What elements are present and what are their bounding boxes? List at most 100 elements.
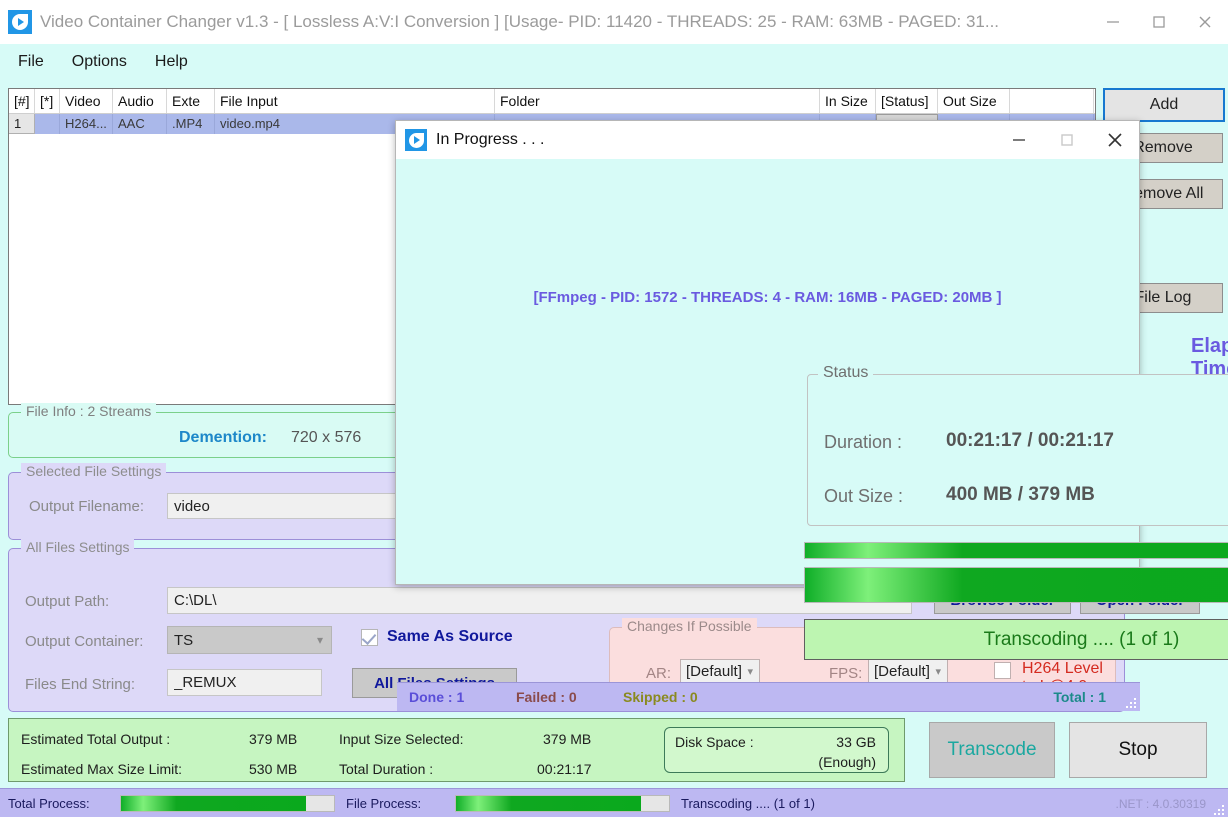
column-header-video[interactable]: Video — [60, 89, 113, 113]
dialog-logo-icon — [405, 129, 427, 151]
application-window: Video Container Changer v1.3 - [ Lossles… — [0, 0, 1228, 817]
same-as-source-label: Same As Source — [387, 628, 513, 645]
resize-grip-icon[interactable] — [1212, 803, 1226, 817]
estimated-total-output-value: 379 MB — [249, 731, 298, 747]
failed-count-label: Failed : 0 — [516, 689, 577, 705]
total-duration-label: Total Duration : — [339, 761, 434, 777]
app-logo-icon — [8, 10, 32, 34]
menu-item-options[interactable]: Options — [72, 53, 127, 71]
all-files-settings-title: All Files Settings — [21, 539, 135, 555]
changes-if-possible-title: Changes If Possible — [622, 618, 757, 634]
transcoding-status-box: Transcoding .... (1 of 1) — [804, 619, 1228, 660]
input-size-selected-value: 379 MB — [543, 731, 592, 747]
ar-value: [Default] — [686, 663, 742, 680]
menu-item-file[interactable]: File — [18, 53, 44, 71]
ar-select[interactable]: [Default] ▾ — [680, 659, 760, 684]
stop-button[interactable]: Stop — [1069, 722, 1207, 778]
transcode-button[interactable]: Transcode — [929, 722, 1055, 778]
dialog-minimize-icon[interactable] — [995, 121, 1043, 159]
estimated-max-size-label: Estimated Max Size Limit: — [21, 761, 183, 777]
column-header-folder[interactable]: Folder — [495, 89, 820, 113]
duration-value: 00:21:17 / 00:21:17 — [946, 430, 1114, 451]
minimize-icon[interactable] — [1090, 0, 1136, 44]
chevron-down-icon: ▾ — [316, 633, 323, 647]
estimated-max-size-value: 530 MB — [249, 761, 298, 777]
file-list-header: [#] [*] Video Audio Exte File Input Fold… — [9, 89, 1095, 114]
disk-space-value: 33 GB — [836, 734, 876, 750]
maximize-icon[interactable] — [1136, 0, 1182, 44]
dialog-status-group-title: Status — [818, 364, 874, 382]
total-process-progressbar — [120, 795, 335, 812]
main-titlebar: Video Container Changer v1.3 - [ Lossles… — [0, 0, 1228, 44]
out-size-value: 400 MB / 379 MB — [946, 484, 1095, 505]
dialog-main-progressbar — [804, 567, 1228, 603]
dialog-footer: Done : 1 Failed : 0 Skipped : 0 Total : … — [397, 682, 1140, 711]
file-process-label: File Process: — [346, 796, 422, 811]
column-header-status[interactable]: [Status] — [876, 89, 938, 113]
ffmpeg-process-info: [FFmpeg - PID: 1572 - THREADS: 4 - RAM: … — [533, 289, 1002, 306]
file-process-progressbar — [455, 795, 670, 812]
dimension-value: 720 x 576 — [291, 429, 362, 446]
dialog-titlebar: In Progress . . . — [396, 121, 1139, 159]
add-button[interactable]: Add — [1103, 88, 1225, 122]
done-count-label: Done : 1 — [409, 689, 465, 705]
column-header-star[interactable]: [*] — [35, 89, 60, 113]
menu-item-help[interactable]: Help — [155, 53, 188, 71]
estimated-total-output-label: Estimated Total Output : — [21, 731, 171, 747]
total-process-label: Total Process: — [8, 796, 90, 811]
status-message: Transcoding .... (1 of 1) — [681, 796, 815, 811]
dialog-status-group: Status Duration : 00:21:17 / 00:21:17 FP… — [807, 364, 1228, 526]
same-as-source-checkbox[interactable] — [361, 629, 378, 646]
menu-bar: File Options Help — [0, 44, 1228, 80]
h264-level-checkbox[interactable] — [994, 662, 1011, 679]
disk-space-panel: Disk Space : 33 GB (Enough) — [664, 727, 889, 773]
window-title: Video Container Changer v1.3 - [ Lossles… — [40, 12, 1000, 31]
dialog-resize-grip-icon[interactable] — [1124, 696, 1138, 710]
dialog-window-controls — [995, 121, 1139, 159]
row-video: H264... — [60, 114, 113, 134]
net-version-label: .NET : 4.0.30319 — [1115, 797, 1206, 811]
dialog-close-icon[interactable] — [1091, 121, 1139, 159]
files-end-string-input[interactable] — [167, 669, 322, 696]
skipped-count-label: Skipped : 0 — [623, 689, 698, 705]
fps-value: [Default] — [874, 663, 930, 680]
dialog-title: In Progress . . . — [436, 131, 545, 148]
dialog-maximize-icon — [1043, 121, 1091, 159]
fps-select[interactable]: [Default] ▾ — [868, 659, 948, 684]
column-header-audio[interactable]: Audio — [113, 89, 167, 113]
row-extension: .MP4 — [167, 114, 215, 134]
in-progress-dialog: In Progress . . . [FFmpeg - PID: 1572 - … — [395, 120, 1228, 711]
chevron-down-icon: ▾ — [747, 666, 753, 678]
dimension-label: Demention: — [179, 429, 267, 446]
row-audio: AAC — [113, 114, 167, 134]
output-filename-label: Output Filename: — [29, 498, 145, 515]
column-header-extra[interactable] — [1010, 89, 1094, 113]
duration-label: Duration : — [824, 432, 903, 452]
disk-space-label: Disk Space : — [675, 734, 754, 750]
column-header-out-size[interactable]: Out Size — [938, 89, 1010, 113]
chevron-down-icon: ▾ — [935, 666, 941, 678]
output-container-select[interactable]: TS ▾ — [167, 626, 332, 654]
total-duration-value: 00:21:17 — [537, 761, 592, 777]
file-info-title: File Info : 2 Streams — [21, 403, 157, 419]
input-size-selected-label: Input Size Selected: — [339, 731, 464, 747]
row-star — [35, 114, 60, 134]
output-container-value: TS — [174, 631, 194, 649]
ar-label: AR: — [646, 665, 672, 682]
column-header-in-size[interactable]: In Size — [820, 89, 876, 113]
column-header-file-input[interactable]: File Input — [215, 89, 495, 113]
output-path-input[interactable] — [167, 587, 912, 614]
output-container-label: Output Container: — [25, 633, 144, 650]
fps-label: FPS: — [829, 665, 863, 682]
selected-file-settings-title: Selected File Settings — [21, 463, 167, 479]
transcoding-status-text: Transcoding .... (1 of 1) — [983, 628, 1180, 650]
files-end-string-label: Files End String: — [25, 676, 136, 693]
total-count-label: Total : 1 — [1053, 689, 1106, 705]
close-icon[interactable] — [1182, 0, 1228, 44]
status-bar: Total Process: File Process: Transcoding… — [0, 788, 1228, 817]
column-header-extension[interactable]: Exte — [167, 89, 215, 113]
out-size-label: Out Size : — [824, 486, 904, 506]
output-path-label: Output Path: — [25, 593, 110, 610]
dialog-top-progressbar — [804, 542, 1228, 559]
column-header-index[interactable]: [#] — [9, 89, 35, 113]
